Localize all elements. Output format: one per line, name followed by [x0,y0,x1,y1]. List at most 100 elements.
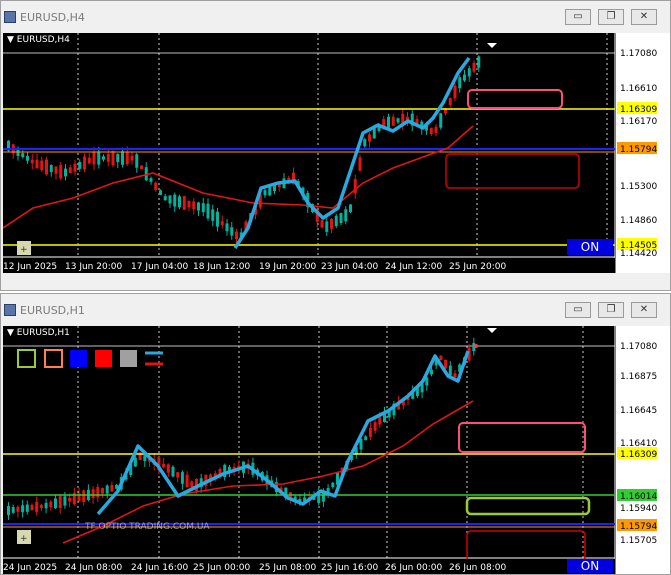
color-swatch-blue-icon [70,350,87,367]
candle-body [135,154,139,168]
restore-button[interactable]: ❐ [598,302,624,318]
price-chart-canvas: 1.170801.168751.166451.164101.163091.160… [3,326,670,574]
time-label: 26 Jun 08:00 [449,563,506,573]
price-label: 1.16309 [620,105,657,115]
candle-body [166,464,170,473]
candle-body [185,474,189,488]
hull-ma-line [96,350,470,516]
time-label: 25 Jun 20:00 [449,262,506,272]
candle-body [87,157,91,164]
candle-body [206,203,210,219]
candle-body [448,365,452,376]
candle-body [21,153,25,158]
restore-button[interactable]: ❐ [598,9,624,25]
window-titlebar[interactable]: EURUSD,H4 ▭ ❐ ✕ [1,1,670,33]
candle-body [458,77,462,89]
minimize-button[interactable]: ▭ [565,9,591,25]
candle-body [116,153,120,163]
chart-plot-area[interactable]: 1.17080 1.16875 1.16645 1.16410 1.16309 1.160… [3,326,670,574]
candle-body [180,472,184,484]
candle-body [68,167,72,173]
candle-body [49,165,53,173]
shift-marker-icon [487,43,497,48]
candle-body [220,221,224,226]
crosshair-icon-glyph: + [20,245,28,255]
demand-zone-box [465,496,591,516]
price-chart-canvas: 1.17080 1.16610 1.16309 1.16170 1.15794 1.153… [3,33,670,273]
shift-marker-icon [487,328,497,333]
price-label: 1.16014 [620,492,657,502]
chart-window-icon [4,304,16,316]
candle-body [111,150,115,166]
candle-body [159,190,162,195]
price-label: 1.16170 [620,117,657,127]
candle-body [149,178,153,182]
candle-body [154,182,158,190]
candle-body [30,504,34,511]
candle-body [439,113,443,128]
candle-body [133,457,137,467]
candle-body [40,160,44,171]
chart-window-icon [4,11,16,23]
candle-body [430,369,433,375]
candle-body [102,156,105,160]
candle-body [368,427,372,437]
candle-body [176,472,180,478]
candle-body [91,489,95,498]
candle-body [21,505,25,513]
on-button[interactable]: ON [567,559,613,573]
window-title: EURUSD,H1 [20,304,85,317]
candle-body [373,422,377,431]
candle-body [358,157,362,171]
chart-window-h4: EURUSD,H4 ▭ ❐ ✕ 1.17080 1.16610 1.16309 1.1… [0,0,671,291]
close-button[interactable]: ✕ [631,9,657,25]
candle-body [368,134,371,142]
watermark-text: TF OPTIO TRADING.COM.UA [84,522,210,532]
candle-body [235,231,238,240]
time-label: 18 Jun 12:00 [193,262,250,272]
candle-body [453,373,457,378]
candle-body [448,98,452,105]
candle-body [106,154,110,162]
demand-zone-box [466,530,586,562]
color-swatch-red-icon [95,350,112,367]
candle-body [101,488,104,494]
candle-body [73,163,77,172]
candle-body [105,485,109,494]
candle-body [7,506,10,515]
time-label: 19 Jun 20:00 [259,262,316,272]
price-label: 1.15300 [620,182,657,192]
candle-body [331,482,335,488]
candle-body [197,202,200,211]
candle-body [171,466,175,477]
symbol-text: EURUSD,H4 [16,35,70,45]
price-label: 1.15705 [620,536,657,546]
candle-body [372,128,376,139]
candle-body [173,194,177,207]
time-label: 13 Jun 20:00 [65,262,122,272]
candle-body [330,218,333,229]
on-button[interactable]: ON [567,239,613,255]
price-label: 1.14420 [620,249,657,259]
candle-body [444,359,448,369]
time-label: 17 Jun 04:00 [131,262,188,272]
last-price-marker [474,344,478,348]
price-label: 1.17080 [620,342,657,352]
time-label: 24 Jun 16:00 [131,563,188,573]
candle-body [344,209,348,222]
candle-body [121,151,124,165]
candle-body [349,204,352,213]
candle-body [163,196,167,201]
window-titlebar[interactable]: EURUSD,H1 ▭ ❐ ✕ [1,294,670,326]
symbol-label: ▼ EURUSD,H4 [7,35,70,45]
candle-body [35,501,39,513]
candle-body [25,504,29,512]
minimize-button[interactable]: ▭ [565,302,591,318]
candle-body [11,507,15,513]
candle-body [178,196,181,208]
candle-body [320,220,324,228]
chart-plot-area[interactable]: 1.17080 1.16610 1.16309 1.16170 1.15794 1.153… [3,33,670,273]
close-button[interactable]: ✕ [631,302,657,318]
candle-body [263,190,267,196]
candle-body [58,496,62,509]
